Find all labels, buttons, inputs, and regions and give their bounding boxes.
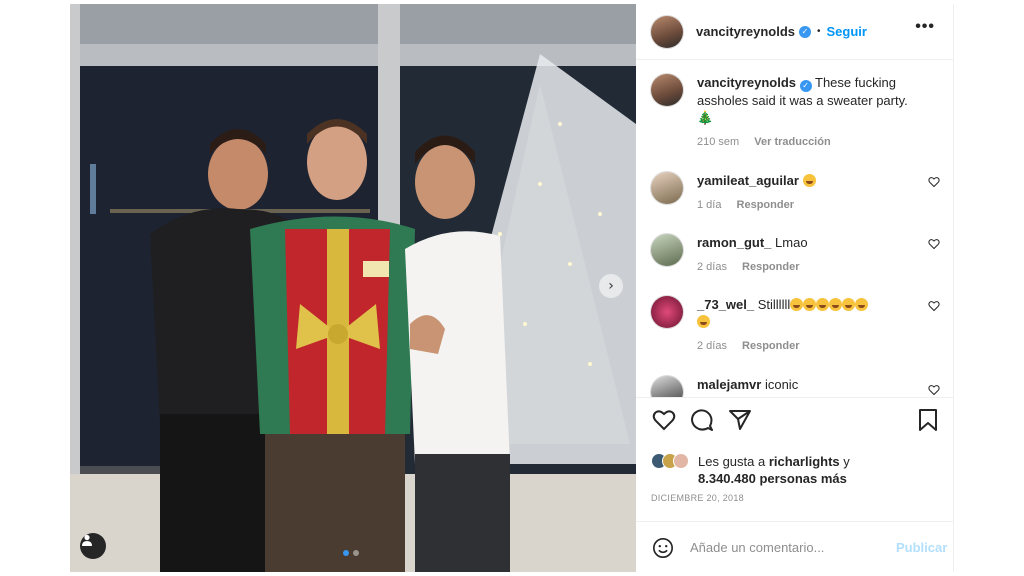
carousel-next-button[interactable]: › [599, 274, 623, 298]
comment-icon[interactable] [690, 408, 714, 432]
likes-connector: y [843, 454, 850, 469]
avatar[interactable] [651, 15, 683, 48]
verified-badge-icon: ✓ [799, 80, 812, 92]
laughing-emoji-icon [697, 315, 710, 328]
photo-illustration [70, 4, 636, 572]
comment-username[interactable]: yamileat_aguilar [697, 173, 799, 188]
christmas-tree-emoji: 🎄 [697, 110, 714, 125]
follow-button[interactable]: Seguir [827, 24, 867, 39]
bookmark-icon[interactable] [918, 408, 938, 432]
comment-username[interactable]: _73_wel_ [697, 297, 754, 312]
laughing-emoji-icon [802, 174, 816, 187]
comment-username[interactable]: ramon_gut_ [697, 235, 771, 250]
user-tag-icon [82, 534, 92, 546]
reply-button[interactable]: Responder [742, 261, 799, 273]
post-date: DICIEMBRE 20, 2018 [651, 493, 744, 503]
heart-icon[interactable] [928, 238, 940, 250]
heart-icon[interactable] [928, 384, 940, 396]
post-header: vancityreynolds ✓ • Seguir ••• [636, 4, 953, 60]
post-side-panel: vancityreynolds ✓ • Seguir ••• vancityre… [636, 4, 954, 572]
more-options-icon[interactable]: ••• [915, 18, 935, 36]
share-icon[interactable] [728, 408, 752, 432]
list-item: ramon_gut_ Lmao 2 días Responder [651, 234, 946, 276]
action-bar [636, 397, 953, 458]
comment-age: 1 día [697, 199, 722, 211]
likes-user[interactable]: richarlights [769, 454, 840, 469]
reply-button[interactable]: Responder [737, 199, 794, 211]
comment-age: 2 días [697, 340, 727, 352]
comment-username[interactable]: malejamvr [697, 377, 761, 392]
laughing-emoji-icon [816, 298, 830, 311]
likes-count[interactable]: 8.340.480 personas más [698, 471, 847, 486]
list-item: yamileat_aguilar 1 día Responder [651, 172, 946, 214]
list-item: malejamvr iconic [651, 376, 946, 397]
comment-text: Lmao [775, 235, 808, 250]
laughing-emoji-icon [855, 298, 869, 311]
comment-text: Stillllll [757, 297, 791, 312]
heart-icon[interactable] [928, 300, 940, 312]
laughing-emoji-icon [842, 298, 856, 311]
verified-badge-icon: ✓ [799, 25, 811, 38]
comments-list[interactable]: vancityreynolds ✓ These fucking assholes… [636, 60, 953, 397]
reply-button[interactable]: Responder [742, 340, 799, 352]
add-comment-bar: Publicar [636, 521, 953, 573]
avatar[interactable] [651, 74, 683, 106]
comment-age: 2 días [697, 261, 727, 273]
laughing-emoji-icon [829, 298, 843, 311]
laughing-emoji-icon [790, 298, 804, 311]
avatar[interactable] [651, 376, 683, 397]
caption-age: 210 sem [697, 136, 740, 148]
list-item: _73_wel_ Stillllll 2 días Responder [651, 296, 946, 355]
likes-prefix: Les gusta a [698, 454, 766, 469]
caption: vancityreynolds ✓ These fucking assholes… [651, 74, 946, 151]
avatar[interactable] [651, 296, 683, 328]
laughing-emoji-icon [803, 298, 817, 311]
tagged-users-button[interactable] [80, 533, 106, 559]
heart-icon[interactable] [928, 176, 940, 188]
avatar[interactable] [651, 172, 683, 204]
translate-link[interactable]: Ver traducción [754, 136, 830, 148]
carousel-indicator [343, 550, 359, 556]
heart-icon[interactable] [652, 408, 676, 432]
avatar[interactable] [651, 234, 683, 266]
comment-text: iconic [764, 377, 799, 392]
post-author-username[interactable]: vancityreynolds [696, 24, 795, 39]
emoji-icon[interactable] [652, 537, 674, 559]
chevron-right-icon: › [608, 278, 614, 294]
comment-input[interactable] [688, 539, 882, 556]
avatar [673, 453, 689, 469]
carousel-dot-active [343, 550, 349, 556]
publish-button[interactable]: Publicar [896, 540, 947, 555]
separator-dot: • [817, 26, 821, 37]
carousel-dot [353, 550, 359, 556]
likes-summary[interactable]: Les gusta a richarlights y 8.340.480 per… [651, 453, 850, 487]
post-photo[interactable]: › [70, 4, 636, 572]
caption-username[interactable]: vancityreynolds [697, 75, 796, 90]
